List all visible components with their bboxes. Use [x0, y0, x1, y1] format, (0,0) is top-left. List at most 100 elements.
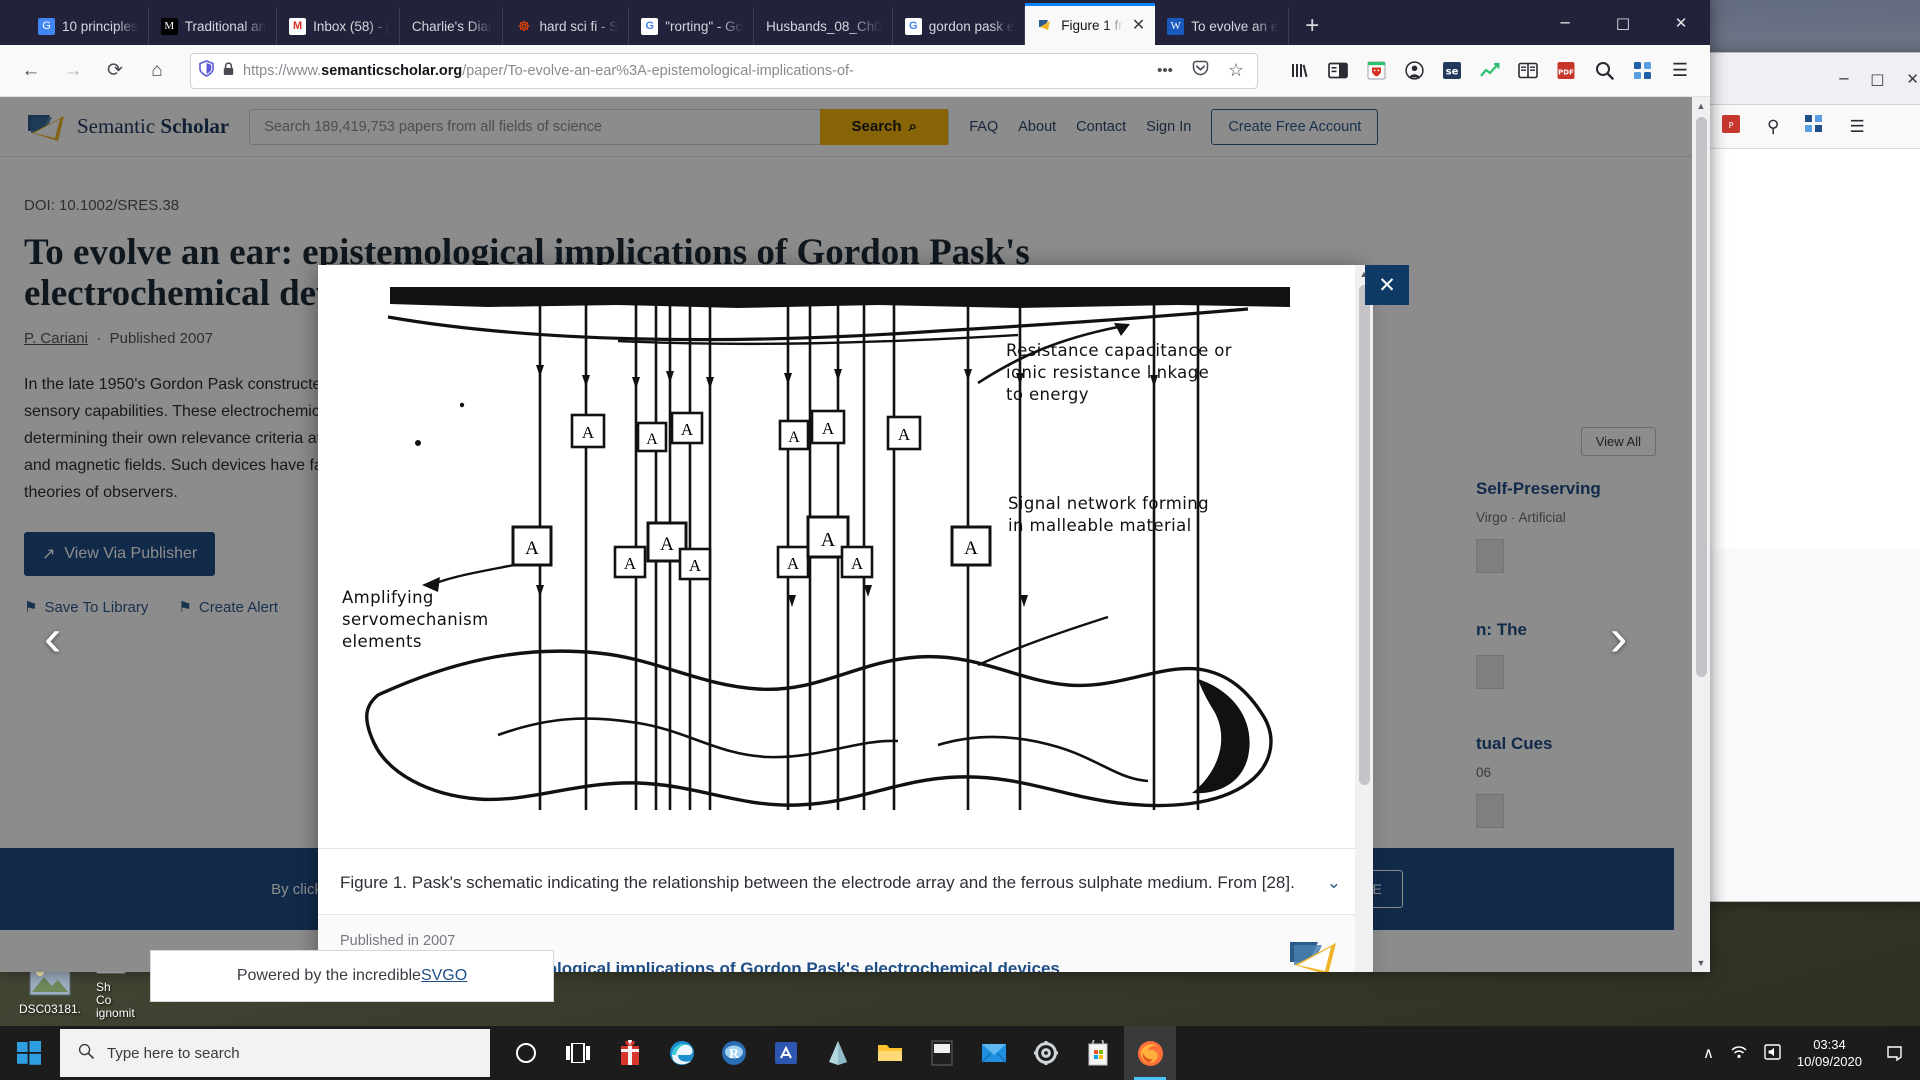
scroll-down-icon[interactable]: ▼: [1692, 954, 1710, 972]
tab-label: gordon pask e: [928, 18, 1015, 34]
task-view-icon[interactable]: [552, 1026, 604, 1080]
action-center-icon[interactable]: [1878, 1026, 1910, 1080]
svg-text:A: A: [689, 556, 702, 575]
browser-tab-7[interactable]: Husbands_08_Ch0: [754, 7, 893, 45]
pocket-icon[interactable]: [1187, 60, 1214, 81]
tab-close-icon[interactable]: ✕: [1132, 17, 1145, 34]
settings-icon[interactable]: [1020, 1026, 1072, 1080]
rstudio-icon[interactable]: R: [708, 1026, 760, 1080]
next-figure-button[interactable]: ›: [1610, 612, 1627, 664]
svg-text:A: A: [660, 534, 674, 555]
lock-icon[interactable]: [223, 62, 234, 79]
url-text[interactable]: https://www.semanticscholar.org/paper/To…: [243, 63, 1143, 79]
bg-minimize-button[interactable]: ─: [1839, 70, 1848, 88]
network-icon[interactable]: [1730, 1044, 1748, 1063]
browser-tab-3[interactable]: M Inbox (58) - j: [277, 7, 400, 45]
shield-icon[interactable]: [199, 60, 214, 81]
semanticscholar-logo-icon: [1285, 933, 1341, 972]
clock[interactable]: 03:34 10/09/2020: [1797, 1036, 1862, 1070]
previous-figure-button[interactable]: ‹: [44, 612, 61, 664]
grid-icon[interactable]: [1805, 115, 1823, 138]
svg-text:A: A: [624, 554, 637, 573]
account-icon[interactable]: [1396, 54, 1432, 88]
toolbar-extension-icons: se PDF ☰: [1282, 54, 1698, 88]
svg-text:PDF: PDF: [1558, 69, 1574, 77]
sidebar-icon[interactable]: [1320, 54, 1356, 88]
modal-scrollbar[interactable]: ▲ ▼: [1355, 265, 1373, 972]
scroll-up-icon[interactable]: ▲: [1692, 97, 1710, 115]
search-extension-icon[interactable]: [1586, 54, 1622, 88]
mail-icon[interactable]: [968, 1026, 1020, 1080]
se-extension-icon[interactable]: se: [1434, 54, 1470, 88]
svg-text:se: se: [1446, 67, 1459, 78]
browser-tab-4[interactable]: Charlie's Diar: [400, 7, 504, 45]
browser-tab-8[interactable]: G gordon pask e: [893, 7, 1026, 45]
browser-tab-6[interactable]: G "rorting" - Go: [629, 7, 755, 45]
chevron-down-icon[interactable]: ⌄: [1327, 869, 1341, 893]
bg-close-button[interactable]: ✕: [1906, 70, 1919, 88]
edge-icon[interactable]: [656, 1026, 708, 1080]
figure-image[interactable]: A A A A A A A A A A A A A A Resistance c…: [318, 265, 1363, 811]
bg-maximize-button[interactable]: □: [1870, 70, 1884, 88]
library-icon[interactable]: [1282, 54, 1318, 88]
taskbar-search-input[interactable]: Type here to search: [107, 1045, 240, 1062]
background-window[interactable]: ─ □ ✕ P ⚲ ☰: [1708, 52, 1920, 902]
svgo-notification-popup[interactable]: Powered by the incredible SVGO: [150, 950, 554, 1002]
home-button[interactable]: ⌂: [138, 54, 176, 88]
cortana-icon[interactable]: [500, 1026, 552, 1080]
url-bar[interactable]: https://www.semanticscholar.org/paper/To…: [190, 52, 1258, 89]
search-icon: [78, 1043, 94, 1064]
svg-text:P: P: [1729, 121, 1734, 130]
lightbox-published: Published in 2007: [340, 933, 456, 949]
search-icon[interactable]: ⚲: [1767, 117, 1779, 137]
minimize-button[interactable]: ─: [1536, 0, 1594, 45]
close-button[interactable]: ✕: [1652, 0, 1710, 45]
grid-extension-icon[interactable]: [1624, 54, 1660, 88]
reload-button[interactable]: ⟳: [96, 54, 134, 88]
browser-tab-10[interactable]: W To evolve an e: [1155, 7, 1290, 45]
svgo-link[interactable]: SVGO: [421, 967, 467, 985]
onenote-icon[interactable]: [760, 1026, 812, 1080]
volume-icon[interactable]: [1764, 1043, 1781, 1063]
close-icon[interactable]: ✕: [1365, 265, 1409, 305]
figure-caption: Figure 1. Pask's schematic indicating th…: [318, 848, 1363, 914]
svg-text:A: A: [821, 529, 836, 551]
back-button[interactable]: ←: [12, 54, 50, 88]
taskbar-app-buttons: R: [500, 1026, 1176, 1080]
taskbar-search-box[interactable]: Type here to search: [60, 1029, 490, 1077]
maximize-button[interactable]: □: [1594, 0, 1652, 45]
bookmark-star-icon[interactable]: ☆: [1223, 60, 1249, 81]
firefox-icon[interactable]: [1124, 1026, 1176, 1080]
gift-app-icon[interactable]: [604, 1026, 656, 1080]
figure-annotation-resistance: Resistance capacitance or ionic resistan…: [1006, 341, 1232, 404]
modal-scrollbar-thumb[interactable]: [1358, 285, 1370, 785]
pdf-extension-icon[interactable]: PDF: [1548, 54, 1584, 88]
windows-logo-icon[interactable]: [0, 1026, 58, 1080]
page-actions-icon[interactable]: •••: [1152, 62, 1178, 79]
tray-overflow-icon[interactable]: ∧: [1703, 1044, 1714, 1062]
tab-label: Husbands_08_Ch0: [766, 18, 882, 34]
menu-icon[interactable]: ☰: [1662, 54, 1698, 88]
paint-icon[interactable]: [812, 1026, 864, 1080]
tab-label: "rorting" - Go: [665, 18, 744, 34]
page-scrollbar-thumb[interactable]: [1695, 117, 1707, 677]
new-tab-button[interactable]: +: [1289, 7, 1335, 45]
reader-extension-icon[interactable]: [1510, 54, 1546, 88]
browser-tab-5[interactable]: ☸ hard sci fi - S: [503, 7, 630, 45]
adblock-icon[interactable]: [1358, 54, 1394, 88]
pdf-icon[interactable]: P: [1721, 114, 1741, 139]
semanticscholar-favicon: [1037, 17, 1054, 34]
chart-extension-icon[interactable]: [1472, 54, 1508, 88]
forward-button[interactable]: →: [54, 54, 92, 88]
figure-lightbox-modal: A A A A A A A A A A A A A A Resistance c…: [318, 265, 1363, 972]
terminal-icon[interactable]: [916, 1026, 968, 1080]
store-icon[interactable]: [1072, 1026, 1124, 1080]
browser-tab-2[interactable]: M Traditional an: [149, 7, 278, 45]
browser-tab-active-figure[interactable]: Figure 1 fr ✕: [1025, 3, 1156, 45]
menu-icon[interactable]: ☰: [1849, 117, 1864, 137]
browser-tab-1[interactable]: G 10 principles: [26, 7, 149, 45]
navigation-toolbar: ← → ⟳ ⌂ https://www.semanticscholar.org/…: [0, 45, 1710, 97]
file-explorer-icon[interactable]: [864, 1026, 916, 1080]
page-scrollbar[interactable]: ▲ ▼: [1692, 97, 1710, 972]
gmail-favicon: M: [289, 17, 307, 35]
